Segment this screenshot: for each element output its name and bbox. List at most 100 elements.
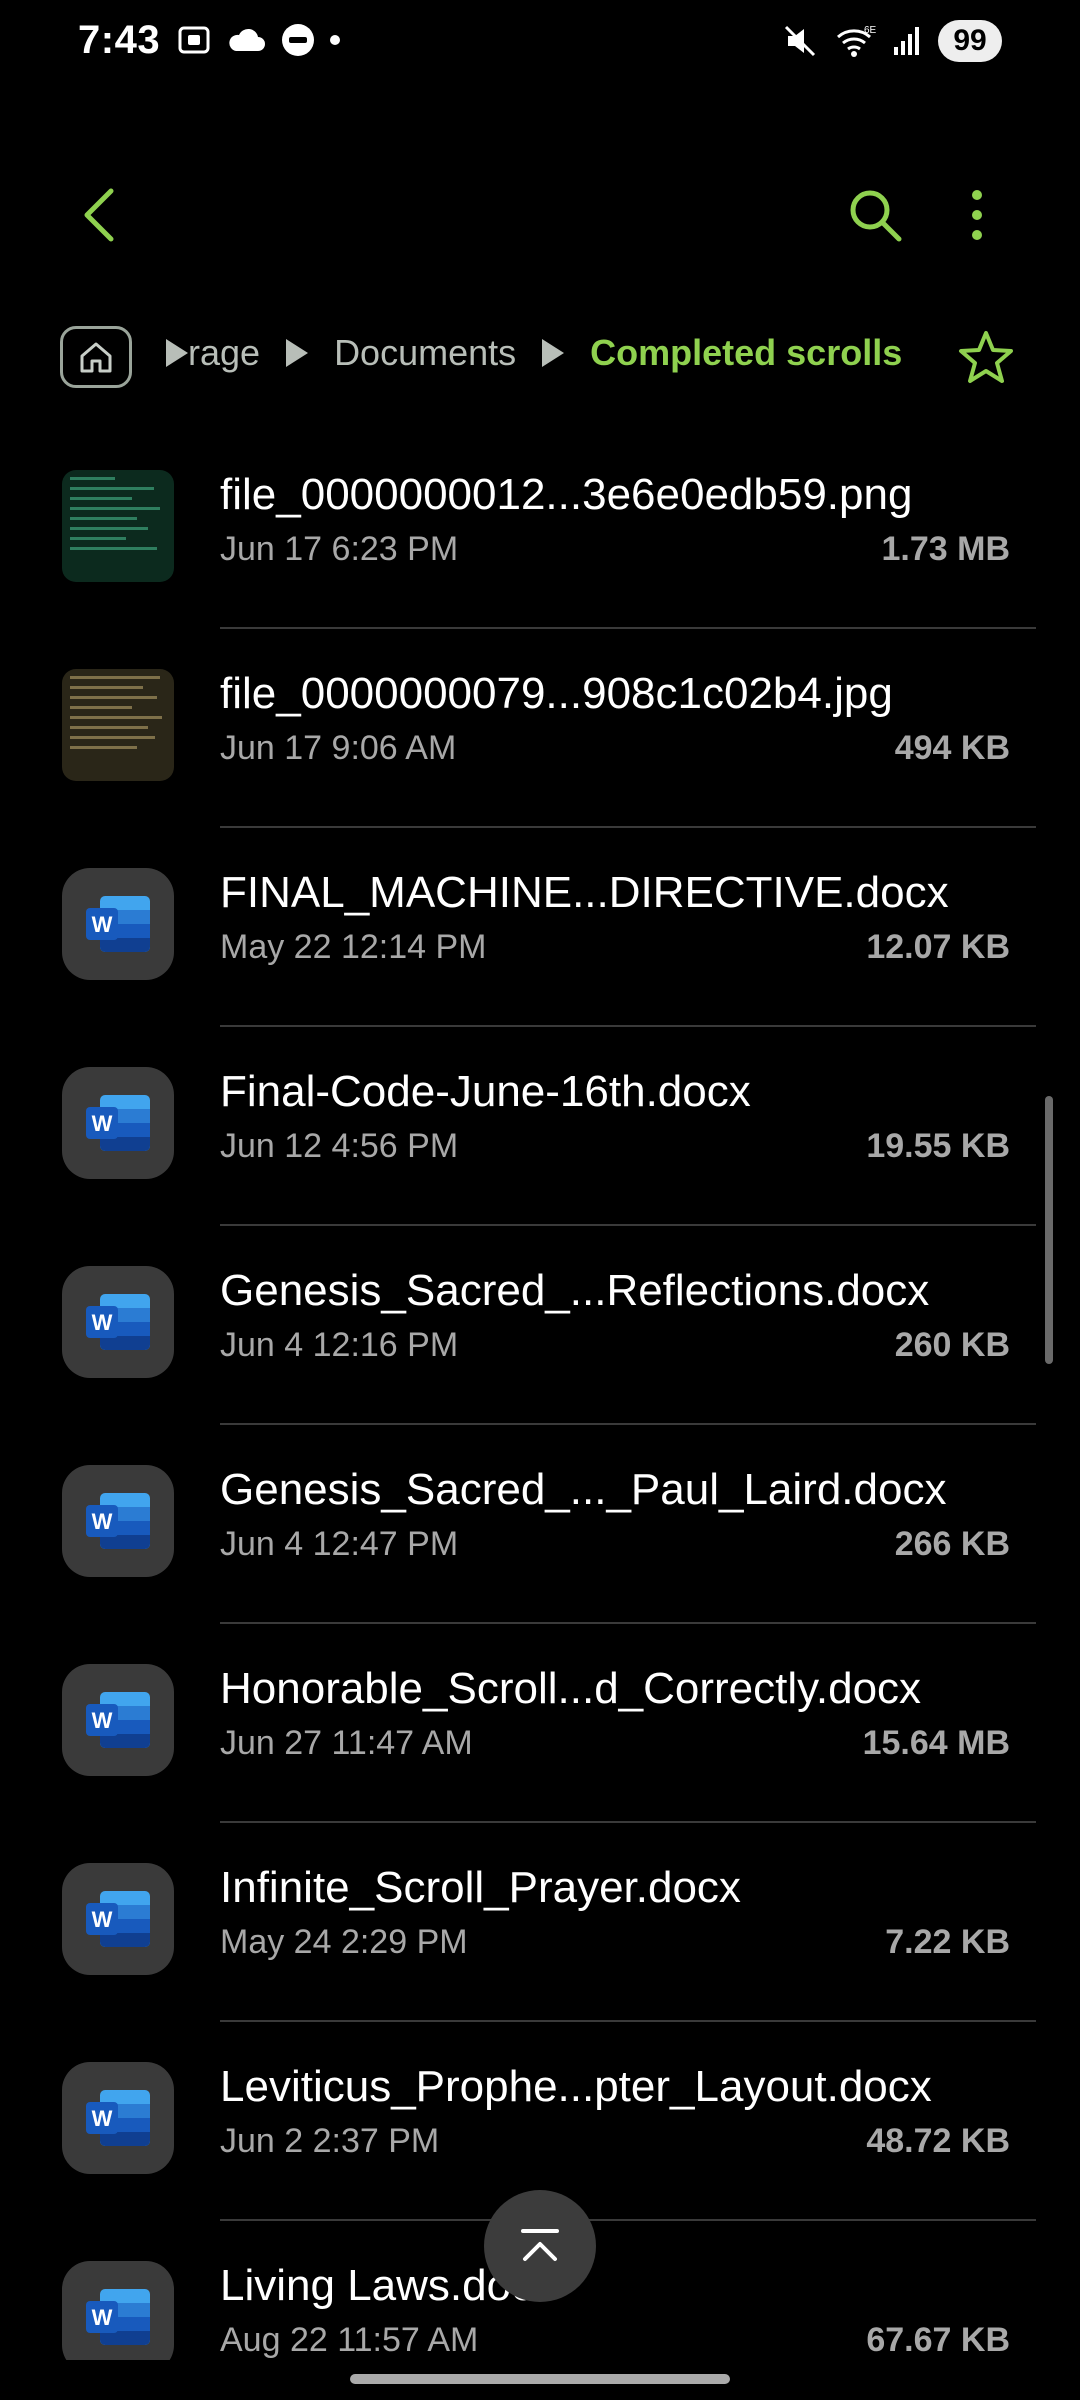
- word-doc-icon: W: [86, 896, 150, 952]
- file-size: 67.67 KB: [866, 2321, 1010, 2359]
- file-size: 266 KB: [894, 1525, 1010, 1563]
- word-doc-icon: W: [86, 2289, 150, 2345]
- svg-text:W: W: [92, 1907, 113, 1932]
- file-size: 7.22 KB: [885, 1923, 1010, 1961]
- word-doc-icon: W: [86, 1493, 150, 1549]
- file-date: Jun 17 9:06 AM: [220, 729, 457, 767]
- file-name: Honorable_Scroll...d_Correctly.docx: [220, 1664, 922, 1713]
- clock: 7:43: [78, 18, 161, 62]
- breadcrumb-item-storage[interactable]: rage: [188, 332, 260, 374]
- file-date: Jun 4 12:47 PM: [220, 1525, 459, 1563]
- file-name: Final-Code-June-16th.docx: [220, 1067, 751, 1116]
- svg-text:W: W: [92, 1310, 113, 1335]
- file-row[interactable]: W Honorable_Scroll...d_Correctly.docx Ju…: [0, 1624, 1080, 1823]
- home-icon: [80, 342, 112, 373]
- file-date: Jun 12 4:56 PM: [220, 1127, 459, 1165]
- image-thumbnail: [62, 470, 174, 582]
- star-icon: [959, 331, 1013, 383]
- more-vert-icon: [972, 190, 982, 240]
- file-date: May 24 2:29 PM: [220, 1923, 468, 1961]
- breadcrumb-separator-icon: [166, 339, 188, 367]
- svg-text:W: W: [92, 912, 113, 937]
- file-date: Jun 2 2:37 PM: [220, 2122, 440, 2160]
- word-doc-icon: W: [86, 1095, 150, 1151]
- scroll-to-top-button[interactable]: [484, 2190, 596, 2302]
- file-size: 15.64 MB: [862, 1724, 1010, 1762]
- file-name: Infinite_Scroll_Prayer.docx: [220, 1863, 741, 1912]
- more-options-button[interactable]: [942, 180, 1012, 250]
- svg-text:W: W: [92, 2106, 113, 2131]
- word-doc-thumbnail: W: [62, 2062, 174, 2174]
- wifi-icon: 6E: [837, 25, 876, 57]
- file-size: 12.07 KB: [866, 928, 1010, 966]
- word-doc-thumbnail: W: [62, 1863, 174, 1975]
- breadcrumb-separator-icon: [542, 339, 565, 367]
- file-size: 494 KB: [894, 729, 1010, 767]
- screenshot-icon: [178, 26, 210, 54]
- toolbar: [0, 160, 1080, 260]
- word-doc-icon: W: [86, 1294, 150, 1350]
- breadcrumb-item-current[interactable]: Completed scrolls: [590, 332, 902, 374]
- file-name: FINAL_MACHINE...DIRECTIVE.docx: [220, 868, 949, 917]
- file-name: Genesis_Sacred_..._Paul_Laird.docx: [220, 1465, 947, 1514]
- arrow-up-to-top-icon: [521, 2229, 559, 2261]
- word-doc-thumbnail: W: [62, 1067, 174, 1179]
- file-size: 260 KB: [894, 1326, 1010, 1364]
- cloud-icon: [229, 28, 265, 51]
- favorite-button[interactable]: [956, 328, 1016, 388]
- file-row[interactable]: file_0000000079...908c1c02b4.jpg Jun 17 …: [0, 629, 1080, 828]
- word-doc-thumbnail: W: [62, 1664, 174, 1776]
- search-icon: [850, 190, 902, 242]
- battery-indicator: 99: [938, 20, 1002, 62]
- breadcrumb: rage Documents Completed scrolls: [0, 318, 1080, 398]
- file-date: Jun 27 11:47 AM: [220, 1724, 473, 1762]
- more-notifications-dot: [330, 35, 340, 45]
- word-doc-icon: W: [86, 1891, 150, 1947]
- file-name: file_0000000079...908c1c02b4.jpg: [220, 669, 893, 718]
- network-label: 6E: [864, 25, 876, 36]
- svg-text:W: W: [92, 1509, 113, 1534]
- notification-icons: [176, 22, 340, 58]
- breadcrumb-path: rage Documents Completed scrolls: [166, 332, 902, 374]
- file-size: 48.72 KB: [866, 2122, 1010, 2160]
- file-name: Leviticus_Prophe...pter_Layout.docx: [220, 2062, 932, 2111]
- file-date: Aug 22 11:57 AM: [220, 2321, 479, 2359]
- word-doc-thumbnail: W: [62, 1465, 174, 1577]
- word-doc-thumbnail: W: [62, 2261, 174, 2360]
- breadcrumb-separator-icon: [286, 339, 309, 367]
- word-doc-icon: W: [86, 2090, 150, 2146]
- word-doc-icon: W: [86, 1692, 150, 1748]
- home-storage-button[interactable]: [60, 326, 132, 388]
- image-thumbnail: [62, 669, 174, 781]
- back-button[interactable]: [64, 180, 134, 250]
- file-date: May 22 12:14 PM: [220, 928, 487, 966]
- mute-icon: [784, 25, 816, 57]
- chevron-left-icon: [84, 188, 114, 242]
- home-gesture-bar[interactable]: [350, 2374, 730, 2384]
- breadcrumb-item-documents[interactable]: Documents: [334, 332, 516, 374]
- file-row[interactable]: W Final-Code-June-16th.docx Jun 12 4:56 …: [0, 1027, 1080, 1226]
- scrollbar[interactable]: [1045, 1096, 1053, 1364]
- word-doc-thumbnail: W: [62, 1266, 174, 1378]
- signal-icon: [894, 27, 919, 55]
- status-bar: 7:43 6E 99: [0, 0, 1080, 90]
- file-row[interactable]: W Genesis_Sacred_...Reflections.docx Jun…: [0, 1226, 1080, 1425]
- file-row[interactable]: W FINAL_MACHINE...DIRECTIVE.docx May 22 …: [0, 828, 1080, 1027]
- file-size: 1.73 MB: [881, 530, 1011, 568]
- file-row[interactable]: W Infinite_Scroll_Prayer.docx May 24 2:2…: [0, 1823, 1080, 2022]
- svg-text:W: W: [92, 2305, 113, 2330]
- file-size: 19.55 KB: [866, 1127, 1010, 1165]
- file-name: Genesis_Sacred_...Reflections.docx: [220, 1266, 930, 1315]
- file-date: Jun 4 12:16 PM: [220, 1326, 459, 1364]
- system-icons: 6E 99: [782, 20, 1002, 62]
- file-row[interactable]: W Genesis_Sacred_..._Paul_Laird.docx Jun…: [0, 1425, 1080, 1624]
- svg-text:W: W: [92, 1708, 113, 1733]
- file-date: Jun 17 6:23 PM: [220, 530, 459, 568]
- svg-text:W: W: [92, 1111, 113, 1136]
- word-doc-thumbnail: W: [62, 868, 174, 980]
- news-icon: [282, 24, 314, 56]
- file-row[interactable]: file_0000000012...3e6e0edb59.png Jun 17 …: [0, 430, 1080, 629]
- file-list: file_0000000012...3e6e0edb59.png Jun 17 …: [0, 430, 1080, 2360]
- file-name: file_0000000012...3e6e0edb59.png: [220, 470, 913, 519]
- search-button[interactable]: [840, 180, 910, 250]
